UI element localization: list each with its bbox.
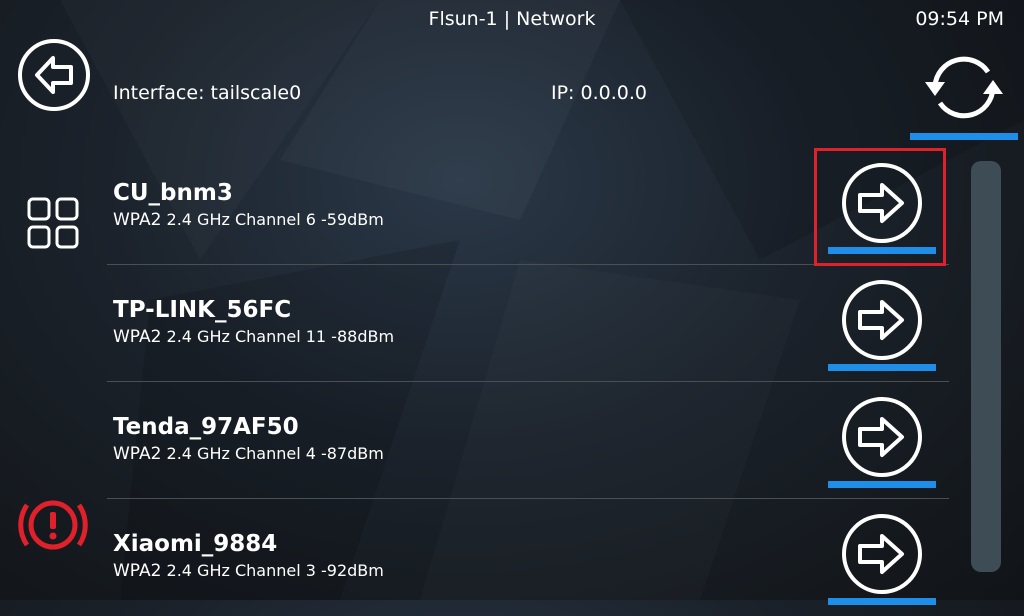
network-info: 2.4 GHz Channel 3 -92dBm	[166, 561, 384, 580]
network-ssid: Xiaomi_9884	[113, 531, 278, 557]
network-details: WPA2 2.4 GHz Channel 4 -87dBm	[113, 444, 384, 464]
connect-indicator	[828, 364, 936, 371]
scrollbar[interactable]	[971, 161, 1001, 572]
network-info: 2.4 GHz Channel 4 -87dBm	[166, 444, 384, 463]
list-item: Tenda_97AF50 WPA2 2.4 GHz Channel 4 -87d…	[107, 382, 949, 499]
list-item: CU_bnm3 WPA2 2.4 GHz Channel 6 -59dBm	[107, 148, 949, 265]
network-details: WPA2 2.4 GHz Channel 6 -59dBm	[113, 210, 384, 230]
back-arrow-icon	[18, 39, 90, 111]
network-ssid: Tenda_97AF50	[113, 414, 299, 440]
list-item: TP-LINK_56FC WPA2 2.4 GHz Channel 11 -88…	[107, 265, 949, 382]
arrow-right-circle-icon	[842, 163, 922, 243]
grid-menu-icon	[27, 197, 79, 249]
connect-indicator	[828, 247, 936, 254]
network-encryption: WPA2	[113, 327, 162, 347]
network-encryption: WPA2	[113, 444, 162, 464]
page-title: Flsun-1 | Network	[428, 8, 596, 30]
refresh-icon	[925, 56, 1003, 119]
network-encryption: WPA2	[113, 210, 162, 230]
arrow-right-circle-icon	[842, 280, 922, 360]
network-info: 2.4 GHz Channel 6 -59dBm	[166, 210, 384, 229]
clock: 09:54 PM	[915, 8, 1004, 30]
menu-button[interactable]	[24, 194, 84, 254]
network-details: WPA2 2.4 GHz Channel 11 -88dBm	[113, 327, 394, 347]
connect-button[interactable]	[828, 265, 936, 382]
network-details: WPA2 2.4 GHz Channel 3 -92dBm	[113, 561, 384, 581]
arrow-right-circle-icon	[842, 397, 922, 477]
connect-indicator	[828, 598, 936, 605]
network-encryption: WPA2	[113, 561, 162, 581]
back-button[interactable]	[15, 36, 93, 114]
connect-button[interactable]	[828, 382, 936, 499]
list-item: Xiaomi_9884 WPA2 2.4 GHz Channel 3 -92dB…	[107, 499, 949, 616]
interface-label: Interface: tailscale0	[113, 82, 302, 104]
connect-button[interactable]	[828, 148, 936, 265]
network-ssid: CU_bnm3	[113, 180, 233, 206]
connect-indicator	[828, 481, 936, 488]
network-ssid: TP-LINK_56FC	[113, 297, 292, 323]
emergency-stop-button[interactable]	[13, 490, 93, 560]
refresh-button[interactable]	[910, 48, 1018, 140]
refresh-indicator	[910, 133, 1018, 140]
ip-label: IP: 0.0.0.0	[551, 82, 647, 104]
network-list[interactable]: CU_bnm3 WPA2 2.4 GHz Channel 6 -59dBm TP…	[107, 148, 949, 605]
alert-icon	[18, 500, 88, 550]
network-info: 2.4 GHz Channel 11 -88dBm	[166, 327, 395, 346]
arrow-right-circle-icon	[842, 514, 922, 594]
connect-button[interactable]	[828, 499, 936, 616]
